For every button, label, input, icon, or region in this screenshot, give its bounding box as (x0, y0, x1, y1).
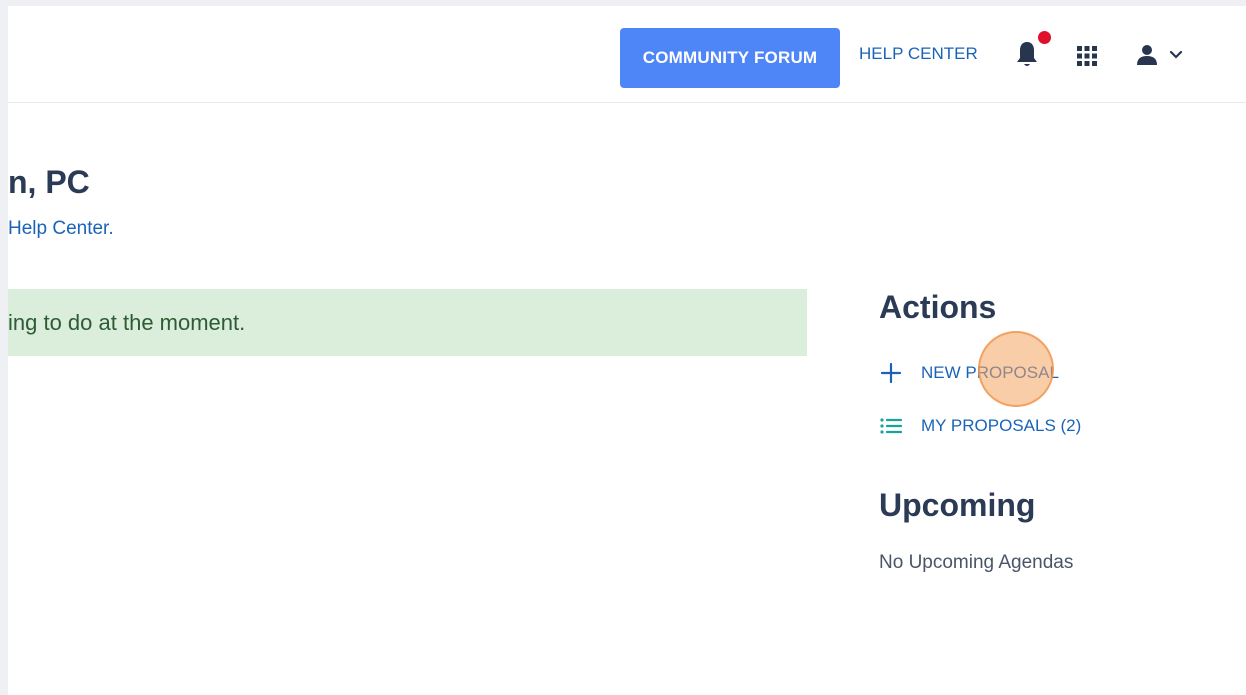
top-header: COMMUNITY FORUM HELP CENTER (8, 6, 1246, 103)
notification-dot (1038, 31, 1051, 44)
community-forum-button[interactable]: COMMUNITY FORUM (620, 28, 840, 88)
page-subtitle[interactable]: Help Center. (8, 218, 114, 240)
help-center-link[interactable]: HELP CENTER (859, 44, 978, 64)
info-notice: ing to do at the moment. (8, 289, 807, 356)
plus-icon (880, 362, 902, 384)
list-icon (880, 418, 903, 434)
upcoming-heading: Upcoming (879, 487, 1036, 523)
page-title: n, PC (8, 164, 90, 200)
my-proposals-link[interactable]: MY PROPOSALS (2) (879, 414, 1081, 438)
new-proposal-link[interactable]: NEW PROPOSAL (879, 361, 1059, 385)
page-frame: COMMUNITY FORUM HELP CENTER n, PC Help C… (8, 6, 1246, 695)
user-icon[interactable] (1134, 44, 1160, 66)
apps-grid-icon[interactable] (1077, 46, 1097, 66)
actions-heading: Actions (879, 289, 997, 325)
no-upcoming-text: No Upcoming Agendas (879, 552, 1074, 573)
my-proposals-label: MY PROPOSALS (2) (921, 416, 1082, 435)
notice-text: ing to do at the moment. (8, 309, 246, 335)
bell-icon[interactable] (1014, 40, 1040, 70)
chevron-down-icon[interactable] (1169, 50, 1183, 60)
new-proposal-label: NEW PROPOSAL (921, 363, 1059, 382)
